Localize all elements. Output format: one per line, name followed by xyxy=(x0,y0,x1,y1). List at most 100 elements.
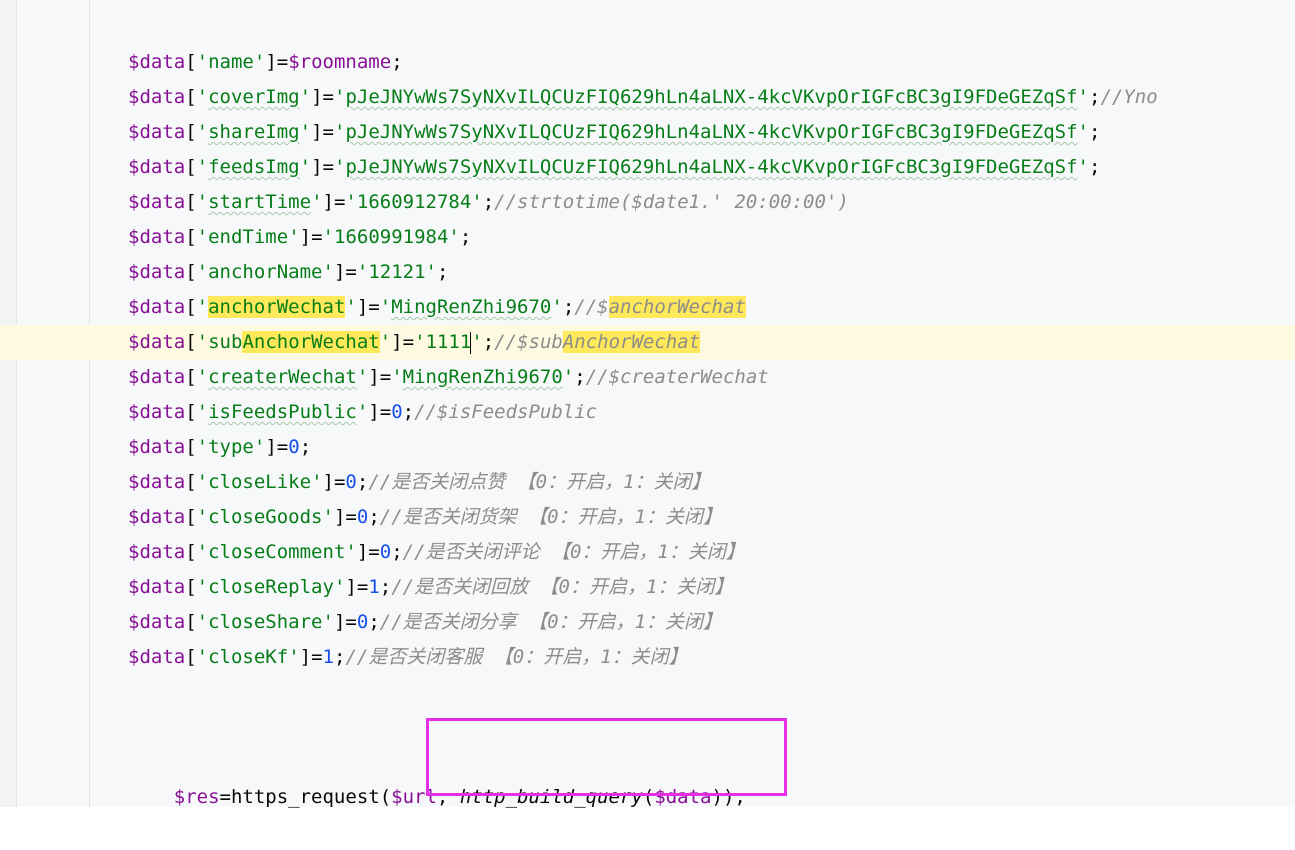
value-string[interactable]: pJeJNYwWs7SyNXvILQCUzFIQ629hLn4aLNX-4kcV… xyxy=(345,156,1077,178)
code-line[interactable]: $data['endTime']='1660991984'; xyxy=(0,220,1295,255)
array-key[interactable]: type xyxy=(208,436,254,458)
data-variable[interactable]: $data xyxy=(128,226,185,248)
semicolon: ; xyxy=(391,541,403,563)
data-variable[interactable]: $data xyxy=(128,401,185,423)
array-key[interactable]: endTime xyxy=(208,226,288,248)
value-string[interactable]: MingRenZhi9670 xyxy=(391,296,551,318)
array-key[interactable]: isFeedsPublic xyxy=(208,401,357,423)
quote: ' xyxy=(333,576,346,598)
array-key[interactable]: startTime xyxy=(208,191,311,213)
data-variable[interactable]: $data xyxy=(128,331,185,353)
bracket: ] xyxy=(345,576,357,598)
code-line[interactable]: $data['type']=0; xyxy=(0,430,1295,465)
code-line[interactable]: $data['coverImg']='pJeJNYwWs7SyNXvILQCUz… xyxy=(0,80,1295,115)
value-string[interactable]: 12121 xyxy=(368,261,425,283)
quote: ' xyxy=(471,191,483,213)
data-variable[interactable]: $data xyxy=(128,191,185,213)
code-line[interactable]: $data['closeReplay']=1;//是否关闭回放 【0：开启，1：… xyxy=(0,570,1295,605)
array-key[interactable]: closeReplay xyxy=(208,576,334,598)
comment: //是否关闭客服 【0：开启，1：关闭】 xyxy=(345,646,688,668)
array-key-highlight[interactable]: anchorWechat xyxy=(208,296,346,318)
value-variable[interactable]: $roomname xyxy=(288,51,391,73)
code-line[interactable]: $data['closeGoods']=0;//是否关闭货架 【0：开启，1：关… xyxy=(0,500,1295,535)
array-key-prefix[interactable]: sub xyxy=(208,331,242,353)
value-string[interactable]: 1111 xyxy=(426,331,472,353)
code-line[interactable]: $data['feedsImg']='pJeJNYwWs7SyNXvILQCUz… xyxy=(0,150,1295,185)
quote: ' xyxy=(322,226,334,248)
comment: //$ xyxy=(574,296,609,318)
code-line[interactable]: $data['closeShare']=0;//是否关闭分享 【0：开启，1：关… xyxy=(0,605,1295,640)
value-number[interactable]: 0 xyxy=(357,611,368,633)
data-variable[interactable]: $data xyxy=(128,471,185,493)
code-line[interactable]: $data['closeComment']=0;//是否关闭评论 【0：开启，1… xyxy=(0,535,1295,570)
quote: ' xyxy=(196,261,209,283)
bracket: [ xyxy=(185,646,197,668)
data-variable[interactable]: $data xyxy=(128,156,185,178)
code-line[interactable]: $data['anchorWechat']='MingRenZhi9670';/… xyxy=(0,290,1295,325)
quote: ' xyxy=(345,541,357,563)
array-key[interactable]: name xyxy=(208,51,254,73)
value-string[interactable]: 1660912784 xyxy=(357,191,471,213)
quote: ' xyxy=(551,296,563,318)
data-variable[interactable]: $data xyxy=(128,366,185,388)
data-variable[interactable]: $data xyxy=(128,506,185,528)
value-number[interactable]: 1 xyxy=(323,646,334,668)
code-line[interactable]: $data['createrWechat']='MingRenZhi9670';… xyxy=(0,360,1295,395)
code-line[interactable]: $data['subAnchorWechat']='1111';//$subAn… xyxy=(0,325,1295,360)
data-variable[interactable]: $data xyxy=(128,436,185,458)
quote: ' xyxy=(196,506,209,528)
value-number[interactable]: 0 xyxy=(357,506,368,528)
data-variable[interactable]: $data xyxy=(128,646,185,668)
quote: ' xyxy=(253,436,266,458)
value-number[interactable]: 0 xyxy=(288,436,299,458)
data-variable[interactable]: $data xyxy=(128,576,185,598)
value-number[interactable]: 0 xyxy=(380,541,391,563)
data-variable[interactable]: $data xyxy=(128,541,185,563)
quote: ' xyxy=(196,366,209,388)
quote: ' xyxy=(333,156,346,178)
comment: //$createrWechat xyxy=(585,366,769,388)
array-key[interactable]: shareImg xyxy=(208,121,300,143)
code-line[interactable]: $data['name']=$roomname; xyxy=(0,45,1295,80)
assign-operator: = xyxy=(368,541,380,563)
value-number[interactable]: 0 xyxy=(345,471,356,493)
quote: ' xyxy=(196,471,209,493)
data-variable[interactable]: $data xyxy=(128,296,185,318)
array-key[interactable]: closeLike xyxy=(208,471,311,493)
value-string[interactable]: pJeJNYwWs7SyNXvILQCUzFIQ629hLn4aLNX-4kcV… xyxy=(345,121,1077,143)
array-key[interactable]: closeKf xyxy=(208,646,288,668)
array-key[interactable]: closeComment xyxy=(208,541,345,563)
array-key-highlight[interactable]: AnchorWechat xyxy=(242,331,380,353)
code-line[interactable]: $data['closeLike']=0;//是否关闭点赞 【0：开启，1：关闭… xyxy=(0,465,1295,500)
data-variable[interactable]: $data xyxy=(128,86,185,108)
res-variable[interactable]: $res xyxy=(174,786,220,808)
function-https-request[interactable]: https_request xyxy=(231,786,380,808)
quote: ' xyxy=(196,646,209,668)
data-variable[interactable]: $data xyxy=(128,121,185,143)
bracket: [ xyxy=(185,471,197,493)
quote: ' xyxy=(196,121,209,143)
assign-operator: = xyxy=(219,786,231,808)
value-number[interactable]: 1 xyxy=(368,576,379,598)
bracket: ] xyxy=(322,471,334,493)
code-line[interactable]: $data['startTime']='1660912784';//strtot… xyxy=(0,185,1295,220)
code-line[interactable]: $data['isFeedsPublic']=0;//$isFeedsPubli… xyxy=(0,395,1295,430)
array-key[interactable]: closeShare xyxy=(208,611,322,633)
value-string[interactable]: MingRenZhi9670 xyxy=(403,366,563,388)
array-key[interactable]: closeGoods xyxy=(208,506,322,528)
array-key[interactable]: coverImg xyxy=(208,86,300,108)
code-line[interactable]: $data['anchorName']='12121'; xyxy=(0,255,1295,290)
value-string[interactable]: pJeJNYwWs7SyNXvILQCUzFIQ629hLn4aLNX-4kcV… xyxy=(345,86,1077,108)
quote: ' xyxy=(196,296,209,318)
data-variable[interactable]: $data xyxy=(128,261,185,283)
code-line[interactable]: $data['shareImg']='pJeJNYwWs7SyNXvILQCUz… xyxy=(0,115,1295,150)
code-line[interactable]: $data['closeKf']=1;//是否关闭客服 【0：开启，1：关闭】 xyxy=(0,640,1295,675)
value-string[interactable]: 1660991984 xyxy=(334,226,448,248)
value-number[interactable]: 0 xyxy=(391,401,402,423)
data-variable[interactable]: $data xyxy=(128,611,185,633)
array-key[interactable]: feedsImg xyxy=(208,156,300,178)
data-variable[interactable]: $data xyxy=(128,51,185,73)
comment-highlight: anchorWechat xyxy=(608,296,746,318)
array-key[interactable]: anchorName xyxy=(208,261,322,283)
array-key[interactable]: createrWechat xyxy=(208,366,357,388)
